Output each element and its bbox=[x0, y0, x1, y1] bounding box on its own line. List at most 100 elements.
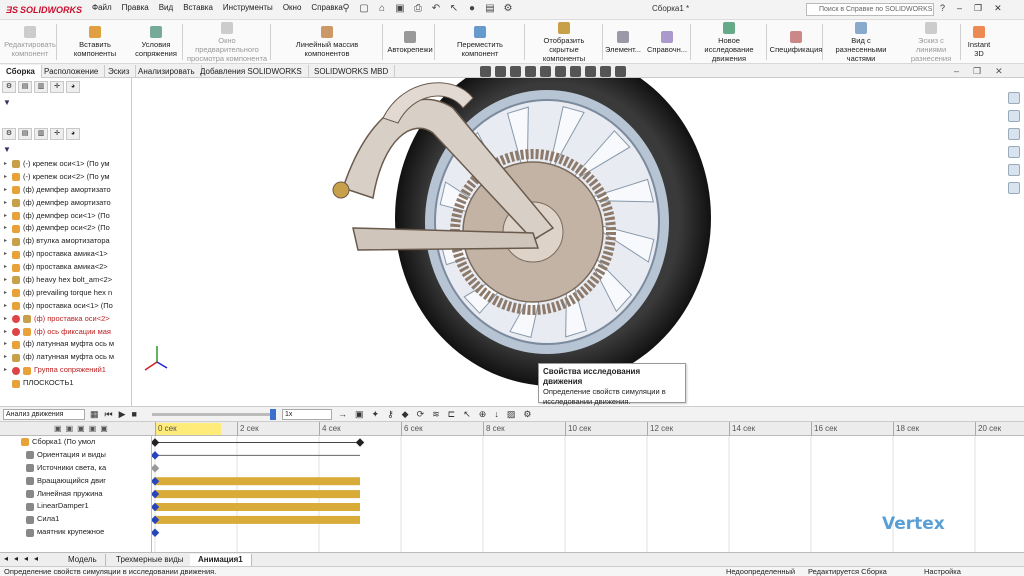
tree-item[interactable]: ПЛОСКОСТЬ1 bbox=[0, 377, 130, 390]
ribbon-button-6[interactable]: Переместить компонент bbox=[436, 20, 524, 64]
filter-icon-2[interactable]: ▼ bbox=[3, 145, 11, 154]
tree-item[interactable]: ▸ (-) крепеж оси<1> (По ум bbox=[0, 158, 130, 171]
menu-item-6[interactable]: Справка bbox=[311, 3, 342, 12]
next-tab-icon[interactable]: ◂ bbox=[24, 554, 28, 563]
keyframe[interactable] bbox=[150, 464, 160, 473]
ribbon-button-1[interactable]: Вставить компоненты bbox=[58, 20, 132, 64]
appearance-icon[interactable] bbox=[585, 65, 596, 77]
property-manager-icon[interactable]: ▤ bbox=[18, 81, 32, 93]
ribbon-button-11[interactable]: Спецификация bbox=[768, 20, 824, 64]
expand-arrow-icon[interactable]: ▸ bbox=[4, 235, 9, 248]
tree-item[interactable]: ▸ (ф) втулка амортизатора bbox=[0, 235, 130, 248]
zoom-timeline-icon[interactable]: ▣ bbox=[100, 424, 108, 433]
expand-arrow-icon[interactable]: ▸ bbox=[4, 261, 9, 274]
motion-tree-item[interactable]: Ориентация и виды bbox=[0, 449, 151, 462]
status-settings[interactable]: Настройка bbox=[924, 567, 961, 576]
play-from-start-icon[interactable]: ⏮ bbox=[105, 409, 113, 420]
motion-tree-item[interactable]: Вращающийся двиг bbox=[0, 475, 151, 488]
appearances-icon[interactable] bbox=[1008, 164, 1020, 176]
expand-arrow-icon[interactable]: ▸ bbox=[4, 351, 9, 364]
motion-tree-item[interactable]: Линейная пружина bbox=[0, 488, 151, 501]
stop-icon[interactable]: ■ bbox=[132, 409, 137, 420]
file-explorer-icon[interactable] bbox=[1008, 128, 1020, 140]
playback-mode-icon[interactable]: → bbox=[338, 409, 347, 420]
last-tab-icon[interactable]: ◂ bbox=[34, 554, 38, 563]
motor-icon[interactable]: ⟳ bbox=[417, 409, 425, 420]
save-icon[interactable]: ▣ bbox=[394, 3, 406, 15]
filter-results-icon[interactable]: ▣ bbox=[89, 424, 97, 433]
document-tab-2[interactable]: Анимация1 bbox=[190, 554, 252, 566]
expand-arrow-icon[interactable]: ▸ bbox=[4, 300, 9, 313]
dimxpert-icon[interactable]: ✛ bbox=[50, 81, 64, 93]
tree-item[interactable]: ▸ (ф) проставка амика<1> bbox=[0, 248, 130, 261]
ribbon-button-3[interactable]: Окно предварительного просмотра компонен… bbox=[184, 20, 270, 64]
contact-icon[interactable]: ⊕ bbox=[479, 409, 487, 420]
help-search-input[interactable]: Поиск в Справке по SOLIDWORKS bbox=[806, 3, 934, 16]
expand-arrow-icon[interactable]: ▸ bbox=[4, 184, 9, 197]
undo-icon[interactable]: ↶ bbox=[430, 3, 442, 15]
file-props-icon[interactable]: ▤ bbox=[484, 3, 496, 15]
view-orientation-icon[interactable] bbox=[540, 65, 551, 77]
autokey-icon[interactable]: ⚷ bbox=[387, 409, 394, 420]
menu-item-5[interactable]: Окно bbox=[283, 3, 302, 12]
filter-animated-icon[interactable]: ▣ bbox=[54, 424, 62, 433]
display-style-icon[interactable] bbox=[555, 65, 566, 77]
scene-icon[interactable] bbox=[600, 65, 611, 77]
feature-tree-icon-2[interactable]: ⚙ bbox=[2, 128, 16, 140]
new-icon[interactable]: ▢ bbox=[358, 3, 370, 15]
options-icon[interactable]: ⚙ bbox=[502, 3, 514, 15]
hide-show-icon[interactable] bbox=[570, 65, 581, 77]
playback-speed-select[interactable]: 1x bbox=[282, 409, 332, 420]
viewport-close-icon[interactable]: ✕ bbox=[995, 66, 1003, 77]
display-manager-icon[interactable]: ◕ bbox=[66, 81, 80, 93]
results-icon[interactable]: ▨ bbox=[507, 409, 516, 420]
resources-icon[interactable] bbox=[1008, 92, 1020, 104]
dimxpert-icon-2[interactable]: ✛ bbox=[50, 128, 64, 140]
tree-item[interactable]: ▸ (ф) демпфер амортизато bbox=[0, 197, 130, 210]
menu-item-0[interactable]: Файл bbox=[92, 3, 112, 12]
end-keyframe[interactable] bbox=[355, 438, 365, 447]
menu-item-3[interactable]: Вставка bbox=[183, 3, 213, 12]
cm-tab-4[interactable]: Добавления SOLIDWORKS bbox=[194, 65, 309, 78]
tree-item[interactable]: ▸ (ф) проставка амика<2> bbox=[0, 261, 130, 274]
expand-arrow-icon[interactable]: ▸ bbox=[4, 210, 9, 223]
open-icon[interactable]: ⌂ bbox=[376, 3, 388, 15]
config-manager-icon-2[interactable]: ▥ bbox=[34, 128, 48, 140]
save-animation-icon[interactable]: ▣ bbox=[355, 409, 364, 420]
motion-study-properties-icon[interactable]: ⚙ bbox=[523, 409, 531, 420]
zoom-area-icon[interactable] bbox=[495, 65, 506, 77]
prev-tab-icon[interactable]: ◂ bbox=[14, 554, 18, 563]
rebuild-icon[interactable]: ● bbox=[466, 3, 478, 15]
view-settings-icon[interactable] bbox=[615, 65, 626, 77]
motion-tree-item[interactable]: LinearDamper1 bbox=[0, 500, 151, 513]
document-tab-1[interactable]: Трехмерные виды bbox=[108, 554, 193, 566]
ribbon-button-5[interactable]: Автокрепежи bbox=[384, 20, 436, 64]
menu-item-1[interactable]: Правка bbox=[122, 3, 149, 12]
ribbon-button-12[interactable]: Вид с разнесенными частями bbox=[824, 20, 898, 64]
expand-arrow-icon[interactable]: ▸ bbox=[4, 326, 9, 339]
keyframe[interactable] bbox=[150, 438, 160, 447]
filter-icon[interactable]: ▼ bbox=[3, 98, 11, 107]
cm-tab-1[interactable]: Расположение bbox=[38, 65, 106, 78]
ribbon-button-9[interactable]: Справочн... bbox=[644, 20, 690, 64]
cm-tab-3[interactable]: Анализировать bbox=[132, 65, 202, 78]
expand-arrow-icon[interactable]: ▸ bbox=[4, 274, 9, 287]
expand-arrow-icon[interactable]: ▸ bbox=[4, 222, 9, 235]
cm-tab-0[interactable]: Сборка bbox=[0, 65, 42, 78]
tree-item[interactable]: ▸ (ф) проставка оси<2> bbox=[0, 313, 130, 326]
ribbon-button-13[interactable]: Эскиз с линиями разнесения bbox=[900, 20, 962, 64]
ribbon-button-10[interactable]: Новое исследование движения bbox=[692, 20, 766, 64]
motion-tree-item[interactable]: Сборка1 (По умол bbox=[0, 436, 151, 449]
expand-arrow-icon[interactable]: ▸ bbox=[4, 158, 9, 171]
cm-tab-5[interactable]: SOLIDWORKS MBD bbox=[308, 65, 396, 78]
expand-arrow-icon[interactable]: ▸ bbox=[4, 197, 9, 210]
tree-item[interactable]: ▸ (ф) латунная муфта ось м bbox=[0, 351, 130, 364]
menu-item-2[interactable]: Вид bbox=[159, 3, 173, 12]
help-icon[interactable]: ? bbox=[940, 3, 945, 14]
calculate-icon[interactable]: ▦ bbox=[90, 409, 99, 420]
document-tab-0[interactable]: Модель bbox=[60, 554, 106, 566]
animation-wizard-icon[interactable]: ✦ bbox=[372, 409, 380, 420]
slider-handle[interactable] bbox=[270, 409, 276, 420]
view-palette-icon[interactable] bbox=[1008, 146, 1020, 158]
property-manager-icon-2[interactable]: ▤ bbox=[18, 128, 32, 140]
